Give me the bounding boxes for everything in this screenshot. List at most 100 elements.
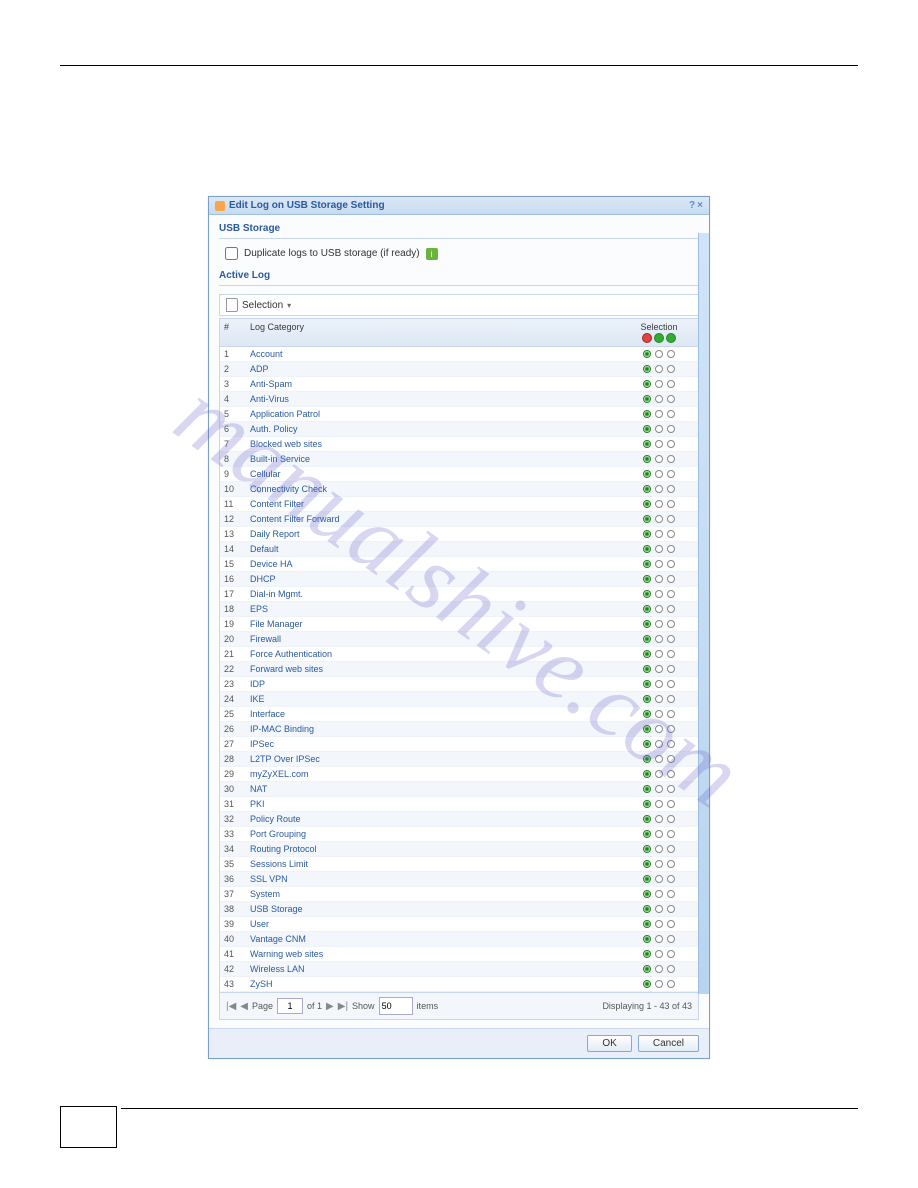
radio-alert[interactable]: [655, 515, 663, 523]
radio-disable[interactable]: [667, 905, 675, 913]
radio-disable[interactable]: [667, 950, 675, 958]
radio-normal[interactable]: [643, 755, 651, 763]
table-row[interactable]: 13Daily Report: [220, 527, 698, 542]
radio-normal[interactable]: [643, 350, 651, 358]
enable-normal-icon[interactable]: [654, 333, 664, 343]
table-row[interactable]: 16DHCP: [220, 572, 698, 587]
radio-alert[interactable]: [655, 425, 663, 433]
radio-normal[interactable]: [643, 395, 651, 403]
selection-dropdown[interactable]: Selection ▾: [219, 294, 699, 316]
radio-normal[interactable]: [643, 740, 651, 748]
radio-disable[interactable]: [667, 545, 675, 553]
radio-normal[interactable]: [643, 380, 651, 388]
radio-alert[interactable]: [655, 935, 663, 943]
table-row[interactable]: 27IPSec: [220, 737, 698, 752]
cancel-button[interactable]: Cancel: [638, 1035, 699, 1052]
radio-disable[interactable]: [667, 470, 675, 478]
radio-alert[interactable]: [655, 455, 663, 463]
radio-normal[interactable]: [643, 905, 651, 913]
radio-alert[interactable]: [655, 800, 663, 808]
radio-disable[interactable]: [667, 635, 675, 643]
radio-alert[interactable]: [655, 620, 663, 628]
table-row[interactable]: 34Routing Protocol: [220, 842, 698, 857]
radio-normal[interactable]: [643, 560, 651, 568]
table-row[interactable]: 10Connectivity Check: [220, 482, 698, 497]
table-row[interactable]: 36SSL VPN: [220, 872, 698, 887]
radio-alert[interactable]: [655, 500, 663, 508]
table-row[interactable]: 37System: [220, 887, 698, 902]
table-row[interactable]: 41Warning web sites: [220, 947, 698, 962]
table-row[interactable]: 31PKI: [220, 797, 698, 812]
radio-normal[interactable]: [643, 890, 651, 898]
radio-alert[interactable]: [655, 740, 663, 748]
pager-next[interactable]: ▶: [326, 1001, 334, 1012]
table-row[interactable]: 33Port Grouping: [220, 827, 698, 842]
table-row[interactable]: 25Interface: [220, 707, 698, 722]
radio-disable[interactable]: [667, 650, 675, 658]
radio-disable[interactable]: [667, 605, 675, 613]
table-row[interactable]: 6Auth. Policy: [220, 422, 698, 437]
radio-alert[interactable]: [655, 470, 663, 478]
radio-disable[interactable]: [667, 350, 675, 358]
table-row[interactable]: 20Firewall: [220, 632, 698, 647]
radio-normal[interactable]: [643, 815, 651, 823]
radio-alert[interactable]: [655, 920, 663, 928]
radio-alert[interactable]: [655, 590, 663, 598]
radio-alert[interactable]: [655, 725, 663, 733]
radio-disable[interactable]: [667, 725, 675, 733]
radio-normal[interactable]: [643, 530, 651, 538]
radio-normal[interactable]: [643, 500, 651, 508]
table-row[interactable]: 26IP-MAC Binding: [220, 722, 698, 737]
radio-alert[interactable]: [655, 410, 663, 418]
radio-disable[interactable]: [667, 560, 675, 568]
radio-normal[interactable]: [643, 785, 651, 793]
pager-page-input[interactable]: [277, 998, 303, 1014]
table-row[interactable]: 8Built-in Service: [220, 452, 698, 467]
radio-disable[interactable]: [667, 500, 675, 508]
radio-normal[interactable]: [643, 800, 651, 808]
radio-disable[interactable]: [667, 890, 675, 898]
table-row[interactable]: 2ADP: [220, 362, 698, 377]
radio-alert[interactable]: [655, 980, 663, 988]
duplicate-logs-checkbox[interactable]: [225, 247, 238, 260]
radio-normal[interactable]: [643, 605, 651, 613]
radio-disable[interactable]: [667, 395, 675, 403]
radio-disable[interactable]: [667, 740, 675, 748]
radio-alert[interactable]: [655, 530, 663, 538]
table-row[interactable]: 15Device HA: [220, 557, 698, 572]
radio-normal[interactable]: [643, 830, 651, 838]
radio-normal[interactable]: [643, 920, 651, 928]
radio-normal[interactable]: [643, 965, 651, 973]
radio-alert[interactable]: [655, 890, 663, 898]
radio-alert[interactable]: [655, 875, 663, 883]
enable-all-icon[interactable]: [666, 333, 676, 343]
table-row[interactable]: 18EPS: [220, 602, 698, 617]
radio-disable[interactable]: [667, 590, 675, 598]
table-row[interactable]: 1Account: [220, 347, 698, 362]
table-row[interactable]: 14Default: [220, 542, 698, 557]
radio-normal[interactable]: [643, 845, 651, 853]
radio-alert[interactable]: [655, 350, 663, 358]
radio-normal[interactable]: [643, 725, 651, 733]
ok-button[interactable]: OK: [587, 1035, 631, 1052]
radio-normal[interactable]: [643, 935, 651, 943]
table-row[interactable]: 29myZyXEL.com: [220, 767, 698, 782]
pager-first[interactable]: |◀: [226, 1001, 236, 1012]
radio-normal[interactable]: [643, 620, 651, 628]
close-icon[interactable]: ×: [697, 200, 703, 211]
table-row[interactable]: 12Content Filter Forward: [220, 512, 698, 527]
radio-alert[interactable]: [655, 770, 663, 778]
radio-disable[interactable]: [667, 860, 675, 868]
radio-disable[interactable]: [667, 485, 675, 493]
radio-disable[interactable]: [667, 830, 675, 838]
table-row[interactable]: 24IKE: [220, 692, 698, 707]
table-row[interactable]: 43ZySH: [220, 977, 698, 992]
table-row[interactable]: 3Anti-Spam: [220, 377, 698, 392]
table-row[interactable]: 11Content Filter: [220, 497, 698, 512]
radio-disable[interactable]: [667, 965, 675, 973]
scrollbar[interactable]: [698, 233, 709, 994]
radio-normal[interactable]: [643, 545, 651, 553]
radio-alert[interactable]: [655, 830, 663, 838]
table-row[interactable]: 4Anti-Virus: [220, 392, 698, 407]
table-row[interactable]: 32Policy Route: [220, 812, 698, 827]
